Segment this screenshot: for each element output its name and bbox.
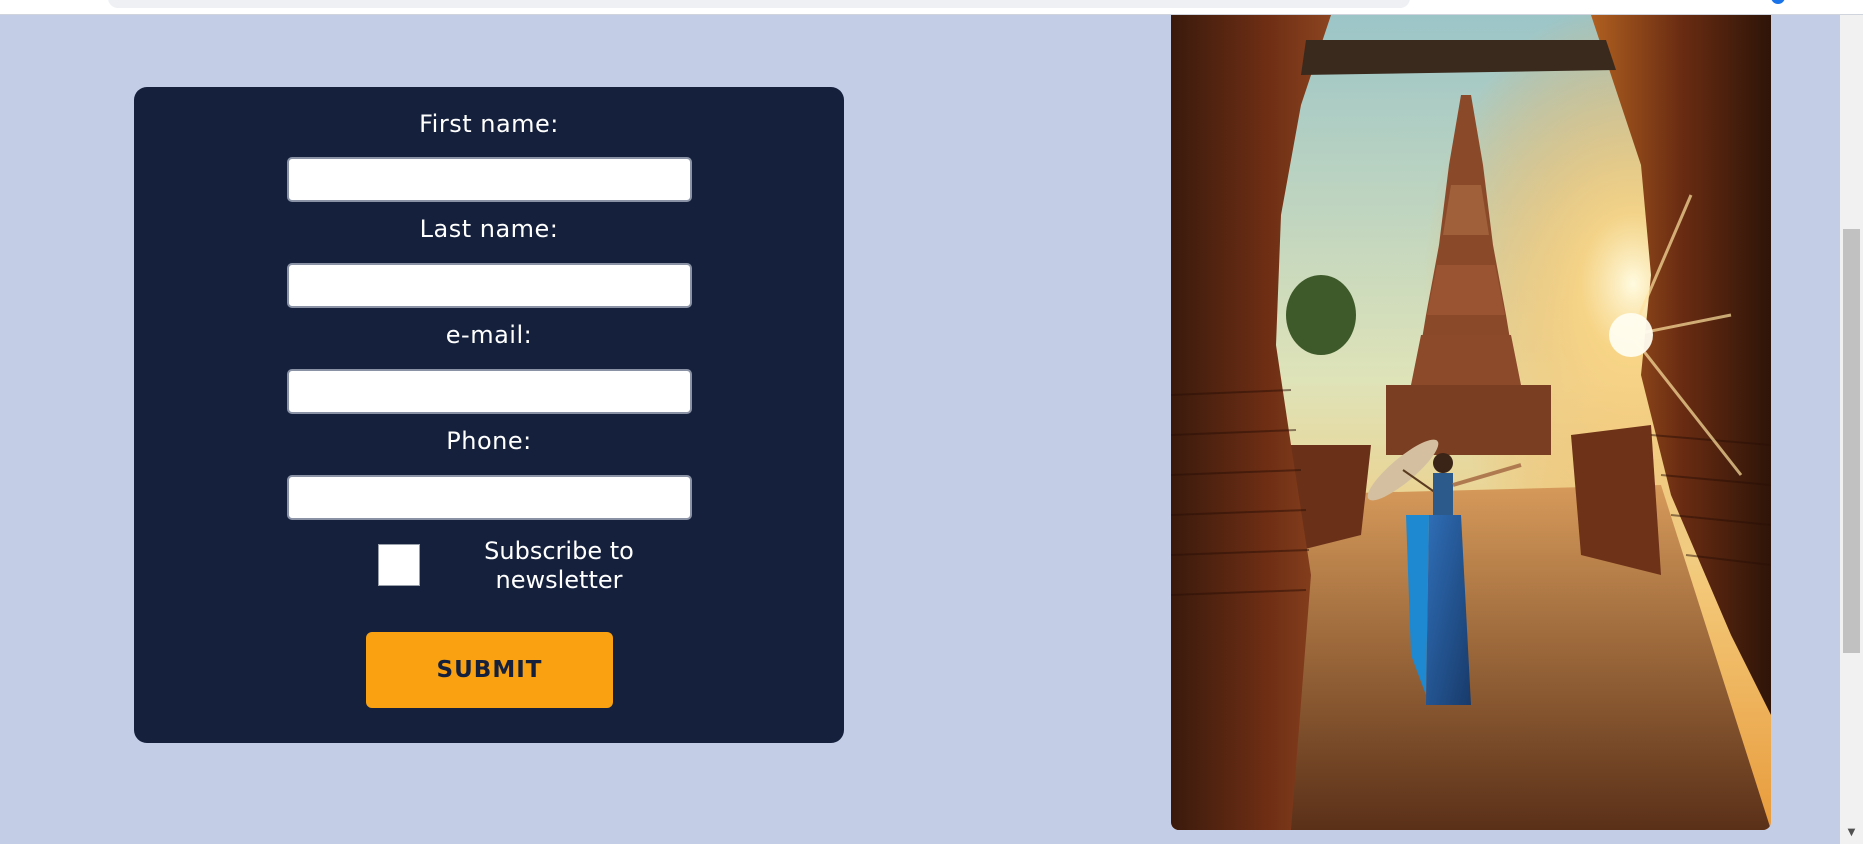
browser-top-bar [0, 0, 1863, 15]
first-name-label: First name: [419, 110, 559, 138]
scrollbar-thumb[interactable] [1843, 229, 1860, 653]
email-input[interactable] [287, 369, 692, 414]
last-name-label: Last name: [419, 215, 559, 243]
phone-input[interactable] [287, 475, 692, 520]
subscribe-checkbox[interactable] [378, 544, 420, 586]
submit-button[interactable]: SUBMIT [366, 632, 613, 708]
last-name-input[interactable] [287, 263, 692, 308]
email-label: e-mail: [445, 321, 533, 349]
triangle-down-icon[interactable]: ▼ [1840, 822, 1863, 844]
signup-form: First name: Last name: e-mail: Phone: Su… [134, 87, 844, 743]
first-name-input[interactable] [287, 157, 692, 202]
subscribe-label: Subscribe to newsletter [484, 537, 634, 594]
page-viewport: First name: Last name: e-mail: Phone: Su… [0, 15, 1840, 844]
phone-label: Phone: [446, 427, 532, 455]
temple-photo [1171, 15, 1771, 830]
address-bar[interactable] [108, 0, 1410, 8]
profile-icon[interactable] [1771, 0, 1785, 4]
